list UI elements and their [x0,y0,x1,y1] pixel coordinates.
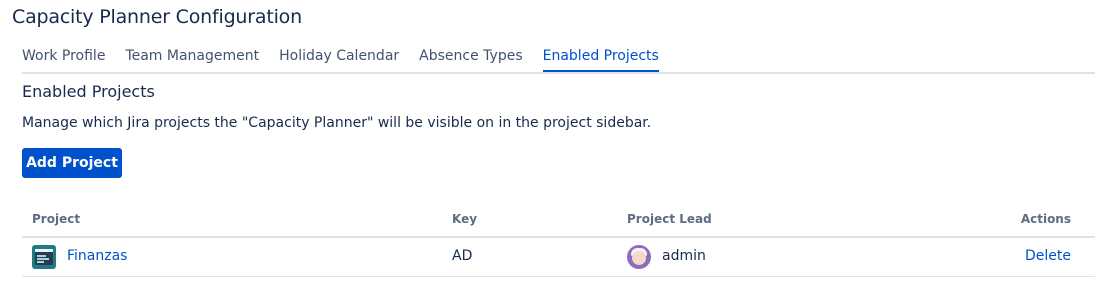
projects-table: Project Key Project Lead Actions Finanza… [22,200,1095,277]
section-description: Manage which Jira projects the "Capacity… [22,115,652,131]
tab-holiday-calendar[interactable]: Holiday Calendar [279,44,399,70]
header-key: Key [452,212,478,226]
header-actions: Actions [1020,212,1071,226]
page-title: Capacity Planner Configuration [12,6,302,28]
delete-link[interactable]: Delete [1025,248,1071,264]
tab-absence-types[interactable]: Absence Types [419,44,522,70]
table-header: Project Key Project Lead Actions [22,200,1095,238]
tab-enabled-projects[interactable]: Enabled Projects [542,44,660,72]
project-key: AD [452,248,473,264]
add-project-button[interactable]: Add Project [22,148,122,178]
project-name-link[interactable]: Finanzas [67,248,127,264]
section-title: Enabled Projects [22,82,155,101]
table-row: Finanzas AD admin Delete [22,238,1095,277]
tab-bar: Work Profile Team Management Holiday Cal… [22,44,1095,74]
avatar [627,245,651,269]
header-project-lead: Project Lead [627,212,712,226]
project-lead-name: admin [662,248,706,264]
header-project: Project [32,212,81,226]
tab-work-profile[interactable]: Work Profile [22,44,105,70]
project-icon [32,245,56,269]
tab-team-management[interactable]: Team Management [125,44,259,70]
